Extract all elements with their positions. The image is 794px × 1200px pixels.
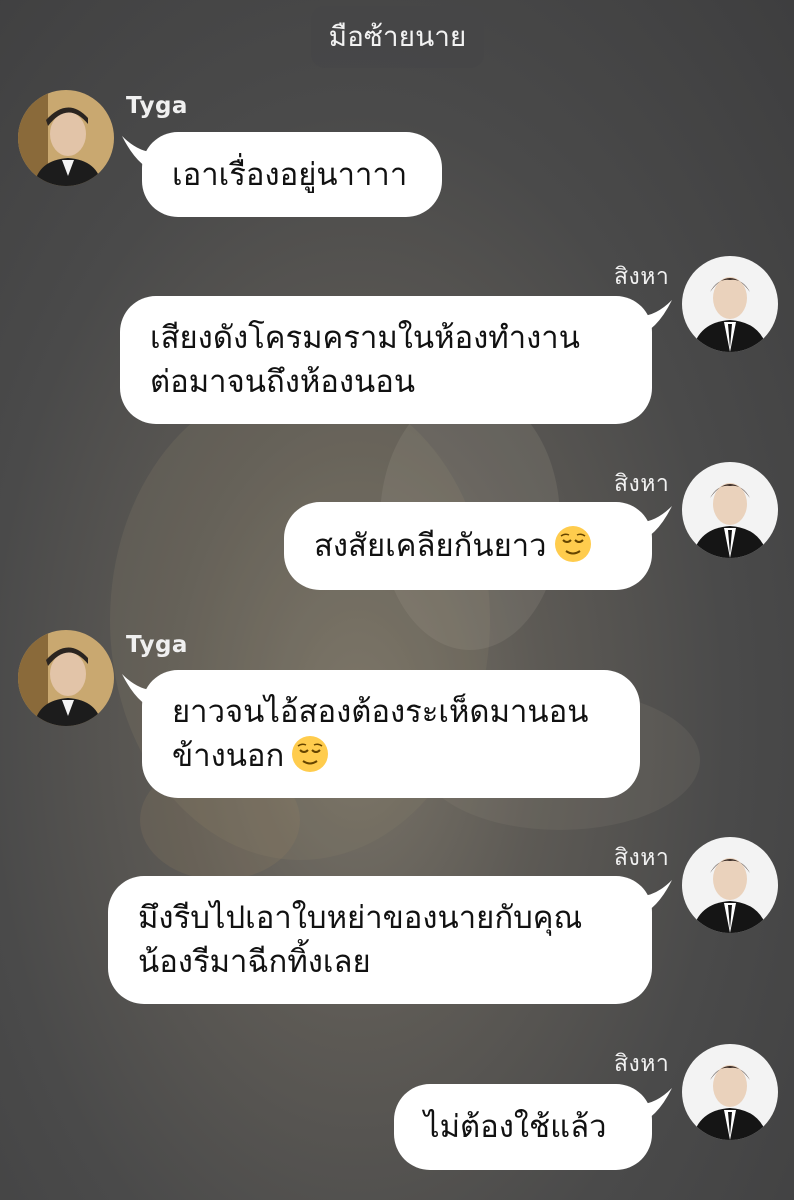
sender-name: สิงหา (614, 845, 670, 871)
message-line: ข้างนอก (172, 738, 285, 774)
avatar-tyga[interactable] (18, 630, 114, 726)
avatar-tyga[interactable] (18, 90, 114, 186)
message-line: เสียงดังโครมครามในห้องทำงาน (150, 320, 580, 356)
message-line: ไม่ต้องใช้แล้ว (424, 1109, 607, 1145)
message-bubble[interactable]: สงสัยเคลียกันยาว (284, 502, 652, 590)
message-bubble[interactable]: เอาเรื่องอยู่นาาาา (142, 132, 442, 217)
avatar-singha[interactable] (682, 837, 778, 933)
message-bubble[interactable]: มึงรีบไปเอาใบหย่าของนายกับคุณ น้องรีมาฉี… (108, 876, 652, 1004)
sender-name: Tyga (126, 632, 188, 658)
avatar-singha[interactable] (682, 462, 778, 558)
chat-title[interactable]: มือซ้ายนาย (311, 6, 484, 68)
avatar-singha[interactable] (682, 1044, 778, 1140)
avatar-singha[interactable] (682, 256, 778, 352)
message-line: มึงรีบไปเอาใบหย่าของนายกับคุณ (138, 900, 583, 936)
sender-name: สิงหา (614, 1051, 670, 1077)
relieved-face-icon (554, 526, 591, 562)
message-line: ยาวจนไอ้สองต้องระเห็ดมานอน (172, 694, 589, 730)
message-bubble[interactable]: ไม่ต้องใช้แล้ว (394, 1084, 652, 1170)
message-line: น้องรีมาฉีกทิ้งเลย (138, 944, 371, 980)
message-line: เอาเรื่องอยู่นาาาา (172, 156, 408, 193)
relieved-face-icon (292, 736, 329, 772)
message-bubble[interactable]: ยาวจนไอ้สองต้องระเห็ดมานอน ข้างนอก (142, 670, 640, 798)
message-line: ต่อมาจนถึงห้องนอน (150, 364, 416, 400)
message-line: สงสัยเคลียกันยาว (314, 528, 547, 564)
message-bubble[interactable]: เสียงดังโครมครามในห้องทำงาน ต่อมาจนถึงห้… (120, 296, 652, 424)
sender-name: สิงหา (614, 471, 670, 497)
sender-name: สิงหา (614, 264, 670, 290)
sender-name: Tyga (126, 93, 188, 119)
